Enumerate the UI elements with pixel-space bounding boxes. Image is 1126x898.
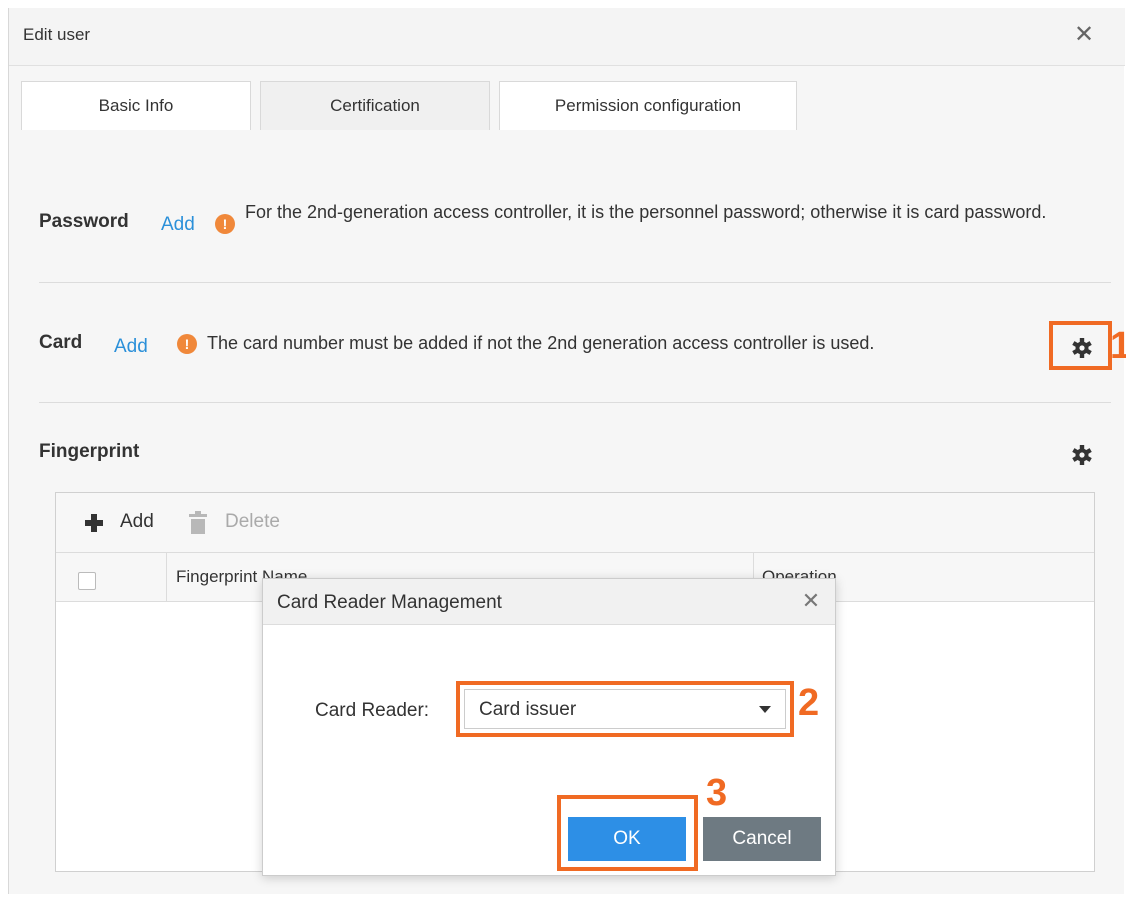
plus-icon[interactable] <box>84 513 104 533</box>
step3-number: 3 <box>706 772 728 814</box>
cancel-button[interactable]: Cancel <box>703 817 821 861</box>
section-divider <box>39 402 1111 403</box>
close-icon[interactable]: ✕ <box>1071 22 1097 48</box>
tab-basic-info[interactable]: Basic Info <box>21 81 251 130</box>
trash-icon <box>189 511 207 534</box>
modal-header: Card Reader Management ✕ <box>263 579 835 625</box>
warning-icon: ! <box>215 214 235 234</box>
password-add-link[interactable]: Add <box>161 214 195 236</box>
column-divider <box>166 553 167 601</box>
tab-permission-configuration[interactable]: Permission configuration <box>499 81 797 130</box>
fingerprint-label: Fingerprint <box>39 441 140 462</box>
section-divider <box>39 282 1111 283</box>
password-hint: For the 2nd-generation access controller… <box>245 202 1047 222</box>
fingerprint-toolbar: Add Delete <box>56 493 1094 553</box>
add-fingerprint-button[interactable]: Add <box>120 511 154 533</box>
card-add-link[interactable]: Add <box>114 336 148 358</box>
step2-highlight <box>456 681 794 737</box>
step2-number: 2 <box>798 682 820 724</box>
password-label: Password <box>39 211 129 232</box>
warning-icon: ! <box>177 334 197 354</box>
step1-number: 1 <box>1110 325 1126 367</box>
step3-highlight <box>557 795 698 871</box>
modal-title: Card Reader Management <box>277 592 502 613</box>
dialog-titlebar: Edit user ✕ <box>9 8 1125 66</box>
gear-icon[interactable] <box>1070 443 1094 467</box>
close-icon[interactable]: ✕ <box>799 589 823 613</box>
tab-certification[interactable]: Certification <box>260 81 490 130</box>
select-all-checkbox[interactable] <box>78 572 96 590</box>
card-hint: The card number must be added if not the… <box>207 333 875 353</box>
delete-fingerprint-button: Delete <box>225 511 280 532</box>
step1-highlight <box>1049 321 1112 370</box>
card-reader-label: Card Reader: <box>315 700 430 721</box>
dialog-title: Edit user <box>23 25 91 44</box>
card-label: Card <box>39 332 83 353</box>
